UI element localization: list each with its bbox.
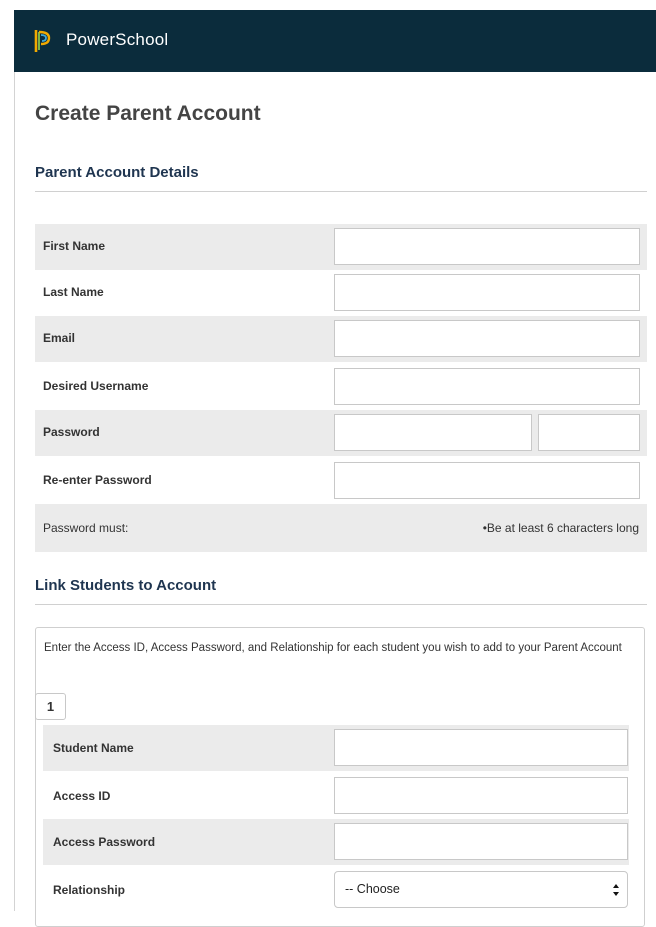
- password-row: Password: [35, 410, 647, 456]
- username-label: Desired Username: [43, 379, 149, 393]
- password-requirements-label: Password must:: [43, 521, 129, 535]
- reenter-password-label: Re-enter Password: [43, 473, 152, 487]
- student-tab-1[interactable]: 1: [35, 693, 66, 720]
- access-id-row: Access ID: [43, 773, 629, 819]
- student-name-row: Student Name: [43, 725, 629, 771]
- access-password-label: Access Password: [53, 835, 156, 849]
- email-field[interactable]: [334, 320, 640, 357]
- powerschool-logo-icon: [34, 30, 51, 52]
- email-label: Email: [43, 331, 76, 345]
- relationship-label: Relationship: [53, 883, 126, 897]
- student-instructions: Enter the Access ID, Access Password, an…: [44, 642, 622, 654]
- link-students-title: Link Students to Account: [35, 577, 217, 594]
- relationship-select[interactable]: -- Choose: [334, 871, 628, 908]
- access-id-field[interactable]: [334, 777, 628, 814]
- password-requirements: Password must: •Be at least 6 characters…: [35, 504, 647, 552]
- access-password-field[interactable]: [334, 823, 628, 860]
- section-divider: [35, 191, 647, 192]
- parent-details-title: Parent Account Details: [35, 164, 199, 181]
- main-content: Create Parent Account Parent Account Det…: [14, 72, 656, 927]
- username-field[interactable]: [334, 368, 640, 405]
- brand-name: PowerSchool: [66, 30, 169, 49]
- page: PowerSchool Create Parent Account Parent…: [0, 0, 656, 927]
- relationship-selected-value: -- Choose: [345, 882, 400, 896]
- last-name-field[interactable]: [334, 274, 640, 311]
- access-password-row: Access Password: [43, 819, 629, 865]
- student-name-field[interactable]: [334, 729, 628, 766]
- password-requirement-rule: •Be at least 6 characters long: [482, 521, 639, 535]
- password-label: Password: [43, 425, 100, 439]
- page-title: Create Parent Account: [35, 102, 261, 125]
- reenter-password-row: Re-enter Password: [35, 458, 647, 504]
- first-name-label: First Name: [43, 239, 106, 253]
- password-field[interactable]: [334, 414, 532, 451]
- relationship-row: Relationship -- Choose: [43, 867, 629, 913]
- last-name-label: Last Name: [43, 285, 104, 299]
- section-divider: [35, 604, 647, 605]
- username-row: Desired Username: [35, 364, 647, 410]
- last-name-row: Last Name: [35, 270, 647, 316]
- password-strength-box: [538, 414, 640, 451]
- access-id-label: Access ID: [53, 789, 111, 803]
- reenter-password-field[interactable]: [334, 462, 640, 499]
- first-name-field[interactable]: [334, 228, 640, 265]
- select-arrows-icon: [613, 884, 619, 896]
- student-name-label: Student Name: [53, 741, 134, 755]
- left-margin: [0, 0, 14, 911]
- email-row: Email: [35, 316, 647, 362]
- app-header: PowerSchool: [14, 10, 656, 72]
- first-name-row: First Name: [35, 224, 647, 270]
